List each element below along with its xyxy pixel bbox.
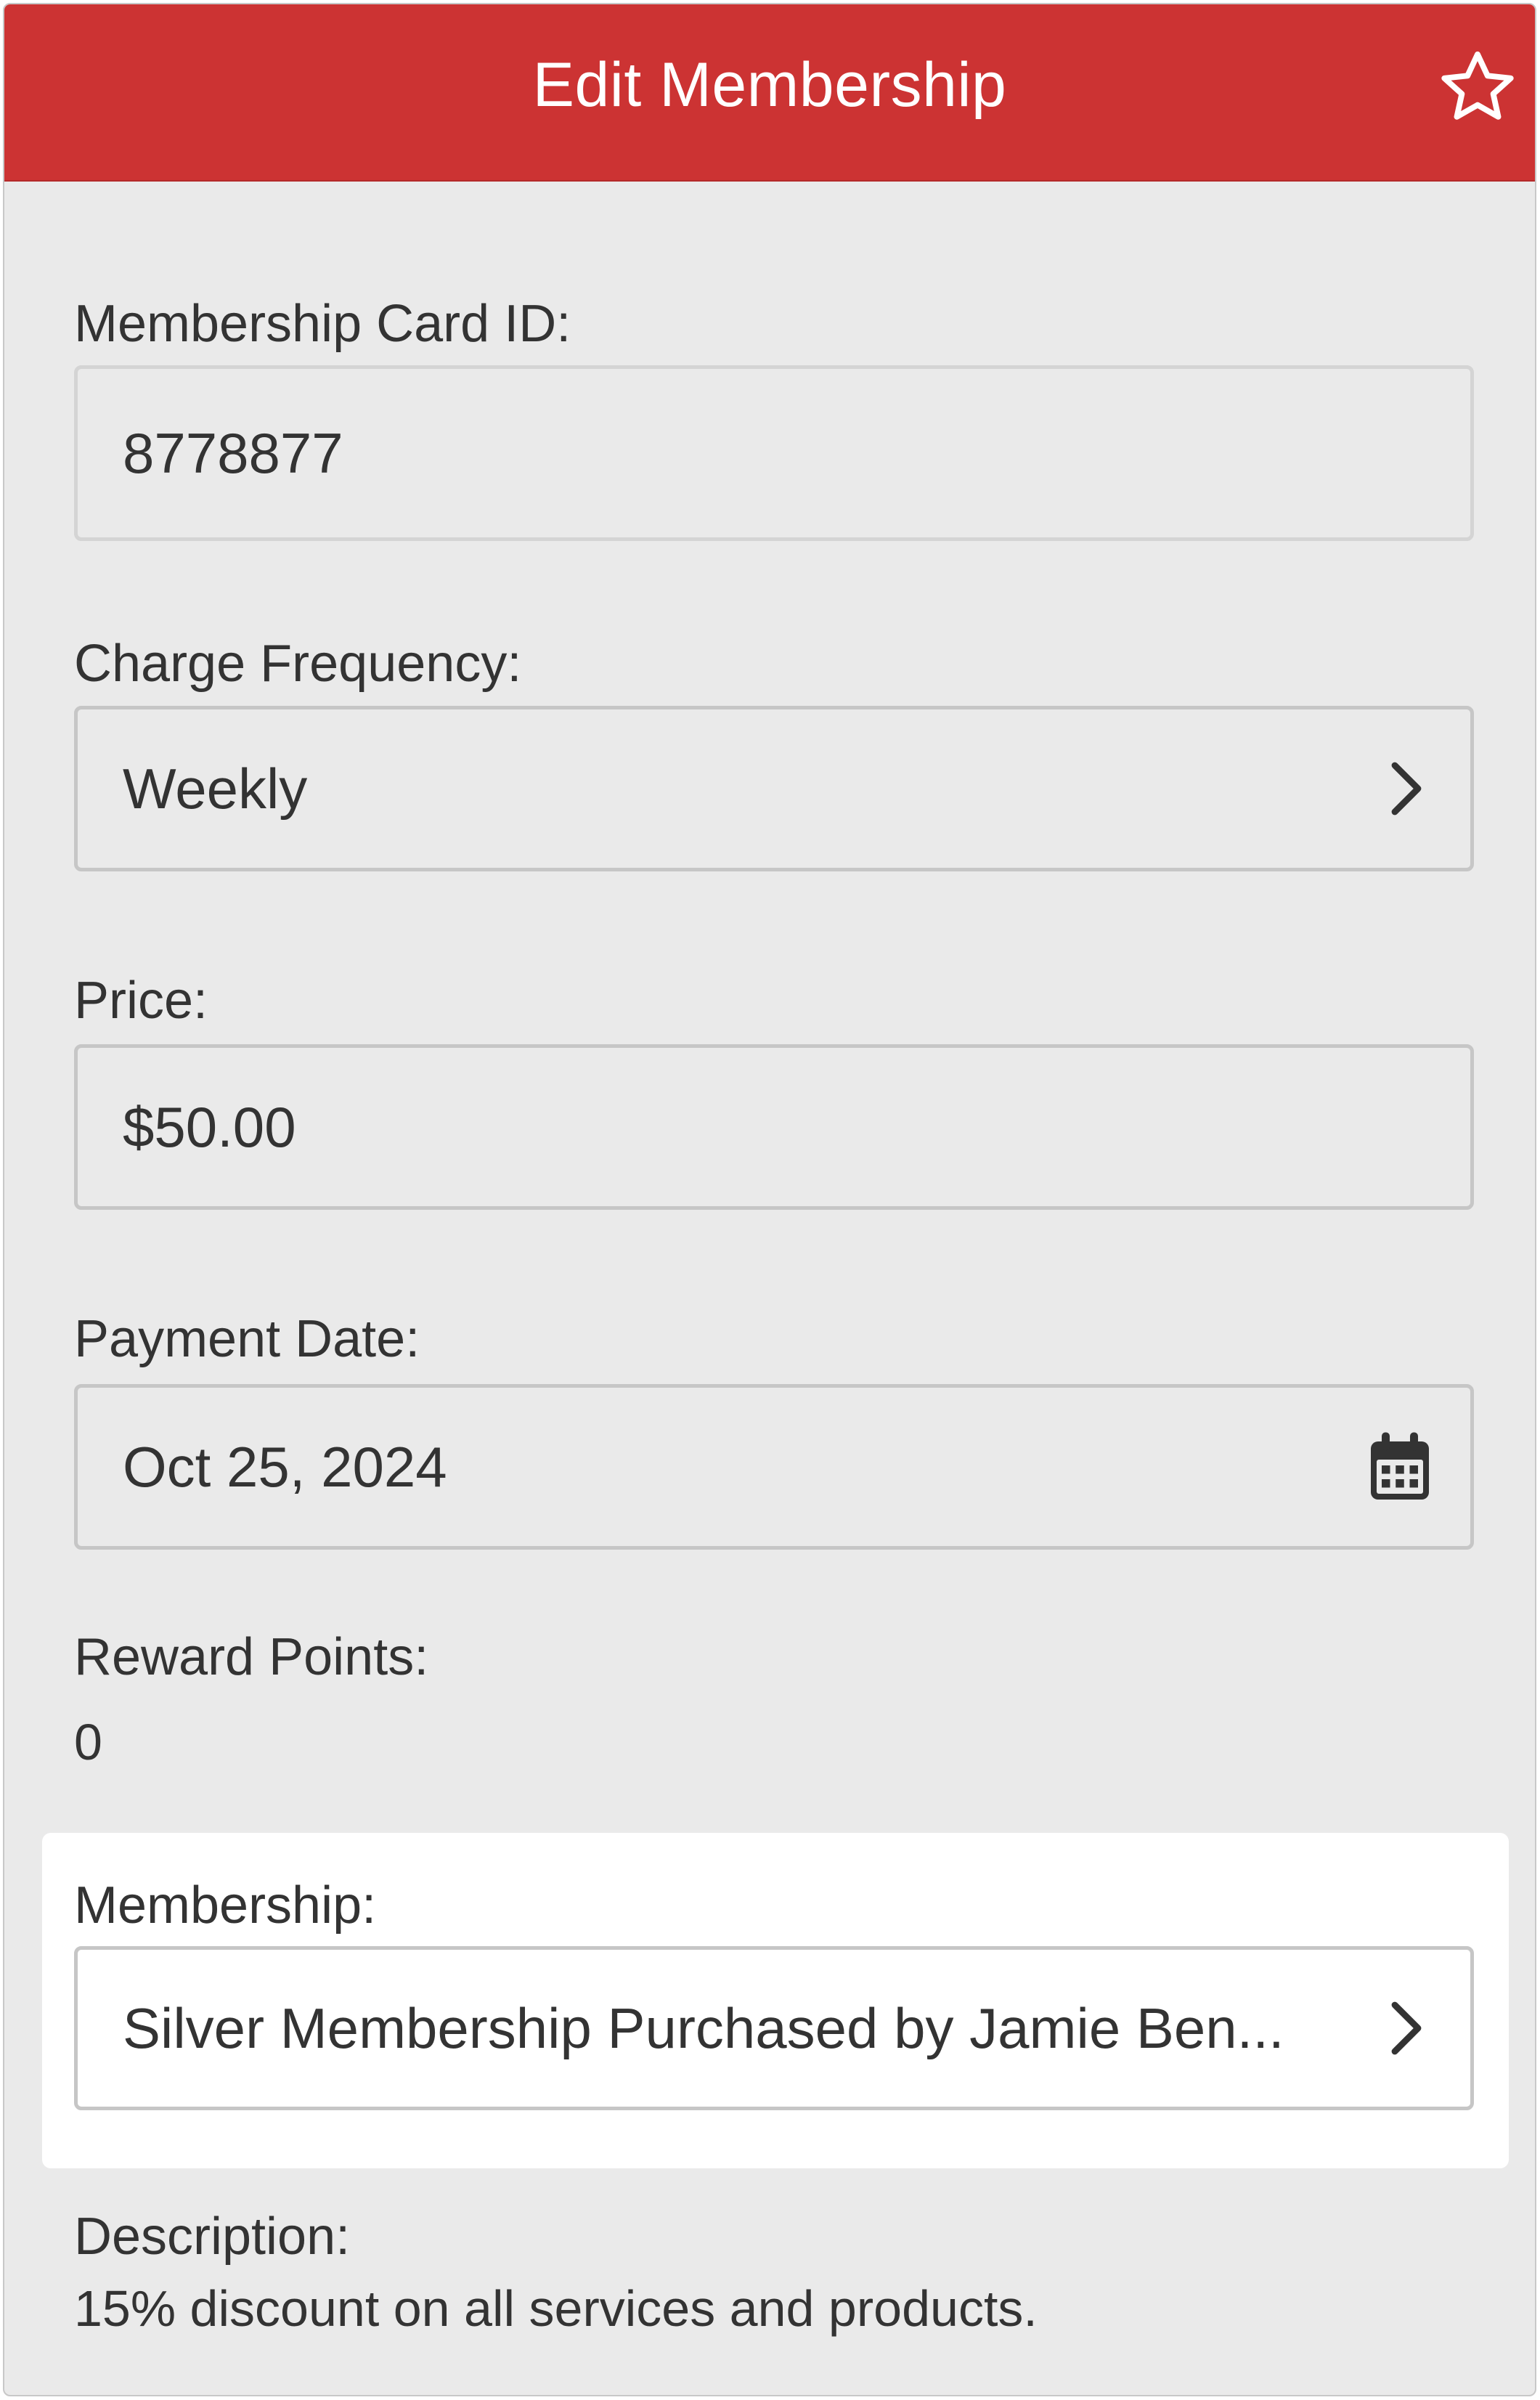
- payment-date-input[interactable]: Oct 25, 2024: [74, 1384, 1474, 1550]
- chevron-right-icon: [1391, 2001, 1422, 2055]
- membership-value: Silver Membership Purchased by Jamie Ben…: [123, 1996, 1284, 2060]
- card-id-input[interactable]: 8778877: [74, 365, 1474, 541]
- payment-date-label: Payment Date:: [74, 1310, 420, 1368]
- charge-frequency-select[interactable]: Weekly: [74, 706, 1474, 871]
- reward-points-value: 0: [74, 1714, 102, 1770]
- description-value: 15% discount on all services and product…: [74, 2280, 1038, 2337]
- description-label: Description:: [74, 2208, 351, 2266]
- favorite-button[interactable]: [1435, 45, 1520, 131]
- card-id-value: 8778877: [123, 420, 343, 485]
- star-outline-icon: [1441, 51, 1514, 120]
- calendar-icon[interactable]: [1367, 1431, 1433, 1503]
- price-label: Price:: [74, 972, 208, 1030]
- payment-date-value: Oct 25, 2024: [123, 1434, 447, 1499]
- membership-select[interactable]: Silver Membership Purchased by Jamie Ben…: [74, 1946, 1474, 2110]
- page-title: Edit Membership: [532, 50, 1007, 120]
- price-input[interactable]: $50.00: [74, 1044, 1474, 1210]
- card-id-label: Membership Card ID:: [74, 295, 571, 353]
- price-value: $50.00: [123, 1094, 296, 1159]
- membership-label: Membership:: [74, 1876, 377, 1935]
- charge-frequency-value: Weekly: [123, 756, 308, 821]
- edit-membership-panel: Edit Membership Membership Card ID: 8778…: [3, 3, 1536, 2396]
- charge-frequency-label: Charge Frequency:: [74, 635, 522, 693]
- chevron-right-icon: [1391, 762, 1422, 815]
- header-bar: Edit Membership: [4, 4, 1535, 182]
- membership-section: Membership: Silver Membership Purchased …: [42, 1833, 1509, 2168]
- reward-points-label: Reward Points:: [74, 1628, 429, 1686]
